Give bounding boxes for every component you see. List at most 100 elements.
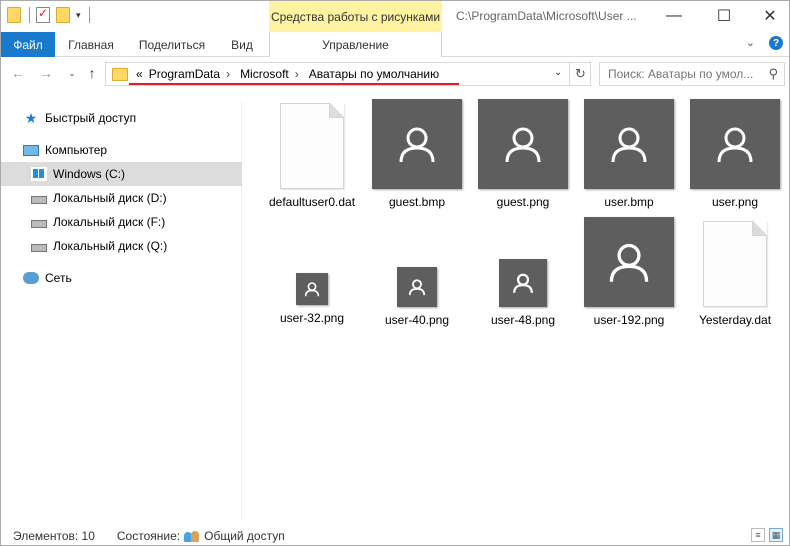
ribbon-controls: ⌄ ? (746, 36, 783, 50)
file-name: guest.png (496, 195, 550, 209)
drive-icon (31, 244, 47, 252)
item-count: Элементов: 10 (13, 528, 95, 543)
user-avatar-icon (690, 99, 780, 189)
up-button[interactable]: ↑ (83, 64, 101, 82)
properties-icon[interactable] (36, 6, 50, 23)
drive-icon (31, 220, 47, 228)
tab-home[interactable]: Главная (56, 32, 126, 57)
document-icon (703, 221, 767, 307)
shared-users-icon (184, 529, 200, 543)
folder-icon[interactable] (7, 7, 21, 23)
sidebar-item-label: Локальный диск (F:) (53, 215, 166, 229)
tab-share[interactable]: Поделиться (129, 32, 215, 57)
file-name: user-40.png (384, 313, 450, 327)
file-name: guest.bmp (388, 195, 446, 209)
file-item[interactable]: user-48.png (475, 259, 571, 327)
state-label: Состояние: (116, 528, 181, 543)
quick-access-toolbar: ▾ (7, 6, 90, 23)
breadcrumb-item-current[interactable]: Аватары по умолчанию (309, 67, 439, 81)
user-avatar-icon (296, 273, 328, 305)
annotation-underline (129, 83, 459, 85)
sidebar-item-quick-access[interactable]: ★ Быстрый доступ (1, 106, 242, 130)
sidebar-item-label: Быстрый доступ (45, 111, 137, 125)
file-item[interactable]: guest.bmp (369, 99, 465, 209)
file-item[interactable]: user.bmp (581, 99, 677, 209)
file-name: Yesterday.dat (698, 313, 772, 327)
windows-drive-icon (31, 167, 47, 181)
share-state: Состояние: Общий доступ (117, 529, 285, 543)
search-icon: ⚲ (768, 66, 778, 81)
search-box[interactable]: ⚲ (599, 62, 785, 86)
file-item[interactable]: Yesterday.dat (687, 217, 783, 327)
folder-icon (112, 67, 128, 81)
ribbon-tabs: Файл Главная Поделиться Вид Управление ⌄… (1, 32, 789, 57)
sidebar-item-label: Локальный диск (D:) (53, 191, 167, 205)
breadcrumb: « ProgramData › Microsoft › Аватары по у… (136, 67, 445, 81)
sidebar-item-disk-f[interactable]: Локальный диск (F:) (1, 210, 242, 234)
breadcrumb-item-microsoft[interactable]: Microsoft (240, 67, 289, 81)
breadcrumb-overflow[interactable]: « (136, 67, 143, 81)
file-item[interactable]: user-32.png (267, 273, 357, 325)
breadcrumb-separator[interactable]: › (226, 67, 230, 81)
help-icon[interactable]: ? (769, 36, 783, 50)
file-list: defaultuser0.dat guest.bmp guest.png use… (243, 91, 789, 521)
maximize-button[interactable]: ☐ (701, 1, 747, 31)
tab-view[interactable]: Вид (216, 32, 268, 57)
file-name: user-32.png (279, 311, 345, 325)
new-folder-icon[interactable] (56, 7, 70, 23)
file-item[interactable]: user.png (687, 99, 783, 209)
sidebar-item-label: Компьютер (45, 143, 108, 157)
user-avatar-icon (397, 267, 437, 307)
sidebar-item-label: Сеть (45, 271, 72, 285)
file-item[interactable]: defaultuser0.dat (267, 99, 357, 209)
details-view-icon[interactable]: ≡ (751, 528, 765, 542)
recent-locations-button[interactable]: ⌄ (63, 64, 81, 82)
file-name: user.bmp (604, 195, 654, 209)
minimize-button[interactable]: — (651, 1, 697, 31)
user-avatar-icon (478, 99, 568, 189)
file-item[interactable]: guest.png (475, 99, 571, 209)
tab-manage[interactable]: Управление (269, 32, 442, 57)
file-item[interactable]: user-192.png (581, 217, 677, 327)
state-value: Общий доступ (204, 528, 285, 543)
customize-qat-icon[interactable]: ▾ (76, 10, 81, 21)
star-icon: ★ (24, 109, 38, 126)
network-icon (23, 272, 39, 284)
forward-button[interactable]: → (37, 64, 55, 82)
title-bar: ▾ Средства работы с рисунками C:\Program… (1, 1, 789, 32)
user-avatar-icon (584, 99, 674, 189)
breadcrumb-item-programdata[interactable]: ProgramData (149, 67, 220, 81)
navigation-pane: ★ Быстрый доступ Компьютер Windows (C:) … (1, 101, 242, 521)
address-dropdown-icon[interactable]: ⌄ (554, 67, 562, 78)
search-input[interactable] (608, 67, 758, 81)
sidebar-item-disk-d[interactable]: Локальный диск (D:) (1, 186, 242, 210)
picture-tools-context-label: Средства работы с рисунками (269, 1, 442, 32)
sidebar-item-label: Windows (C:) (53, 167, 126, 181)
file-name: defaultuser0.dat (268, 195, 356, 209)
tab-file[interactable]: Файл (1, 32, 55, 57)
file-name: user-48.png (490, 313, 556, 327)
window-title: C:\ProgramData\Microsoft\User ... (456, 9, 637, 23)
sidebar-item-computer[interactable]: Компьютер (1, 138, 242, 162)
back-button[interactable]: ← (9, 64, 27, 82)
large-icons-view-icon[interactable]: ▦ (769, 528, 783, 542)
user-avatar-icon (584, 217, 674, 307)
navigation-bar: ← → ⌄ ↑ « ProgramData › Microsoft › Ават… (1, 58, 789, 90)
file-item[interactable]: user-40.png (369, 267, 465, 327)
qat-separator (88, 7, 90, 23)
sidebar-item-disk-q[interactable]: Локальный диск (Q:) (1, 234, 242, 258)
user-avatar-icon (499, 259, 547, 307)
sidebar-item-label: Локальный диск (Q:) (53, 239, 168, 253)
expand-ribbon-icon[interactable]: ⌄ (746, 36, 755, 50)
file-name: user.png (711, 195, 759, 209)
document-icon (280, 103, 344, 189)
status-bar: Элементов: 10 Состояние: Общий доступ ≡ … (1, 525, 789, 546)
breadcrumb-separator[interactable]: › (295, 67, 299, 81)
qat-separator (29, 7, 30, 23)
sidebar-item-windows-c[interactable]: Windows (C:) (1, 162, 242, 186)
sidebar-item-network[interactable]: Сеть (1, 266, 242, 290)
refresh-button[interactable]: ↻ (569, 63, 591, 85)
view-switcher: ≡ ▦ (751, 528, 783, 542)
close-button[interactable]: ✕ (747, 1, 790, 31)
explorer-window: ▾ Средства работы с рисунками C:\Program… (0, 0, 790, 546)
